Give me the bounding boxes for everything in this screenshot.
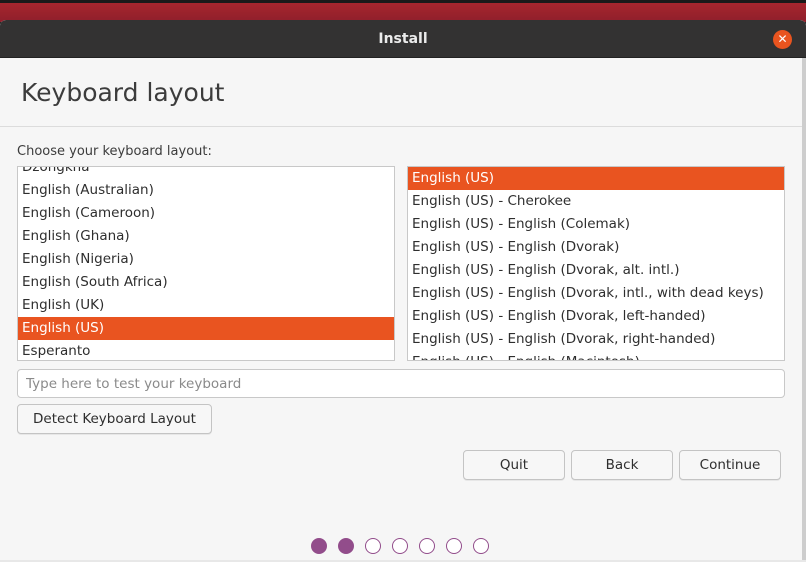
page-header: Keyboard layout — [0, 58, 802, 127]
layout-item[interactable]: Esperanto — [18, 340, 394, 360]
variant-item[interactable]: English (US) - English (Dvorak, right-ha… — [408, 328, 784, 351]
layout-item[interactable]: English (Ghana) — [18, 225, 394, 248]
variant-item[interactable]: English (US) — [408, 167, 784, 190]
progress-dot-complete — [311, 538, 327, 554]
layout-item[interactable]: English (South Africa) — [18, 271, 394, 294]
variant-item[interactable]: English (US) - Cherokee — [408, 190, 784, 213]
progress-dot-pending — [473, 538, 489, 554]
variant-item[interactable]: English (US) - English (Dvorak, intl., w… — [408, 282, 784, 305]
page-title: Keyboard layout — [21, 78, 225, 107]
layout-item[interactable]: English (UK) — [18, 294, 394, 317]
variant-item[interactable]: English (US) - English (Dvorak, left-han… — [408, 305, 784, 328]
variant-list-items: English (US) English (US) - Cherokee Engli… — [408, 167, 784, 360]
variant-item[interactable]: English (US) - English (Macintosh) — [408, 351, 784, 360]
layout-list-items: Dzongkha English (Australian) English (Cam… — [18, 167, 394, 360]
progress-indicator — [311, 538, 489, 554]
progress-dot-pending — [419, 538, 435, 554]
variant-item[interactable]: English (US) - English (Colemak) — [408, 213, 784, 236]
window-edge — [802, 58, 806, 562]
titlebar: Install ✕ — [0, 20, 806, 58]
progress-dot-pending — [446, 538, 462, 554]
layout-list[interactable]: Dzongkha English (Australian) English (Cam… — [17, 166, 395, 361]
variant-item[interactable]: English (US) - English (Dvorak, alt. int… — [408, 259, 784, 282]
variant-item[interactable]: English (US) - English (Dvorak) — [408, 236, 784, 259]
progress-dot-pending — [392, 538, 408, 554]
choose-layout-label: Choose your keyboard layout: — [17, 144, 212, 159]
progress-dot-complete — [338, 538, 354, 554]
continue-button[interactable]: Continue — [679, 450, 781, 480]
detect-keyboard-layout-button[interactable]: Detect Keyboard Layout — [17, 404, 212, 434]
window-title: Install — [378, 31, 428, 47]
installer-window: Install ✕ Keyboard layout Choose your ke… — [0, 20, 806, 562]
quit-button[interactable]: Quit — [463, 450, 565, 480]
variant-list[interactable]: English (US) English (US) - Cherokee Engli… — [407, 166, 785, 361]
desktop-top-panel — [0, 0, 806, 22]
layout-item[interactable]: Dzongkha — [18, 167, 394, 179]
layout-item[interactable]: English (Cameroon) — [18, 202, 394, 225]
progress-dot-pending — [365, 538, 381, 554]
layout-item[interactable]: English (Australian) — [18, 179, 394, 202]
layout-item[interactable]: English (US) — [18, 317, 394, 340]
layout-item[interactable]: English (Nigeria) — [18, 248, 394, 271]
close-icon[interactable]: ✕ — [773, 30, 792, 49]
keyboard-test-input[interactable] — [17, 369, 785, 398]
back-button[interactable]: Back — [571, 450, 673, 480]
